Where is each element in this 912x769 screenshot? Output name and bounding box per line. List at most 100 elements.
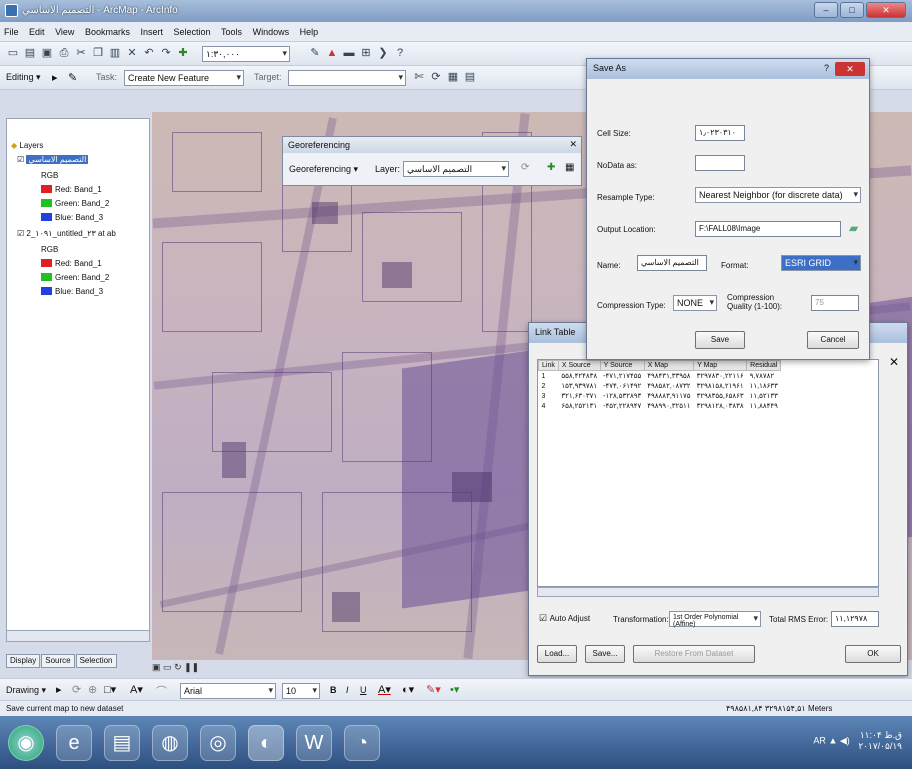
start-button[interactable]: ◉ — [8, 725, 44, 761]
volume-icon[interactable]: ◀) — [840, 735, 850, 745]
arccatalog-icon[interactable]: ◔ — [344, 725, 380, 761]
map-scale-combo[interactable]: ۱:۳۰,۰۰۰ — [202, 46, 290, 62]
data-view-icon[interactable]: ▣ — [152, 662, 161, 672]
delete-icon[interactable]: ✕ — [125, 46, 139, 60]
checkbox-icon[interactable]: ☑ — [17, 155, 24, 164]
print-icon[interactable]: ⎙ — [57, 46, 71, 60]
tab-display[interactable]: Display — [6, 654, 41, 668]
close-button[interactable]: ✕ — [866, 2, 906, 18]
add-control-points-icon[interactable]: ✚ — [547, 162, 555, 173]
command-line-icon[interactable]: ▬ — [342, 46, 356, 60]
transformation-combo[interactable]: 1st Order Polynomial (Affine) — [669, 611, 761, 628]
save-button[interactable]: Save — [695, 331, 745, 349]
toc-layers-root[interactable]: ◆ Layers — [11, 141, 43, 150]
checkbox-icon[interactable]: ☑ — [17, 229, 24, 238]
sketch-properties-icon[interactable]: ▤ — [463, 70, 477, 84]
language-indicator[interactable]: AR — [813, 735, 826, 745]
open-folder-icon[interactable]: ▤ — [23, 46, 37, 60]
arcmap-taskbar-icon[interactable]: ◐ — [248, 725, 284, 761]
table-row[interactable]: 1 ۵۵۸,۴۲۴۸۳۸ -۴۷۱,۲۱۷۴۵۵ ۴۹۸۴۳۱,۳۳۹۵۸ ۳۲۹۷۸… — [539, 371, 781, 382]
layout-view-icon[interactable]: ▭ — [163, 662, 172, 672]
font-size-combo[interactable]: 10 — [282, 683, 320, 699]
menu-view[interactable]: View — [51, 22, 78, 37]
edit-vertices-icon[interactable]: ⌒ — [156, 683, 167, 699]
help-icon[interactable]: ? — [393, 46, 407, 60]
menu-insert[interactable]: Insert — [136, 22, 167, 37]
font-color-icon[interactable]: A▾ — [378, 683, 391, 696]
paste-icon[interactable]: ▥ — [108, 46, 122, 60]
georeferencing-close-icon[interactable]: ✕ — [569, 139, 577, 150]
cut-icon[interactable]: ✂ — [74, 46, 88, 60]
table-row[interactable]: 3 ۳۲۱,۶۳۰۳۷۱ -۱۲۸,۵۳۲۸۹۳ ۴۹۸۸۸۳,۹۱۱۷۵ ۳۲۹۸۳… — [539, 391, 781, 401]
link-table-scrollbar[interactable] — [537, 587, 879, 597]
sketch-tool-icon[interactable]: ✎ — [68, 71, 77, 84]
tab-selection[interactable]: Selection — [75, 654, 117, 668]
output-location-input[interactable]: F:\FALL08\Image — [695, 221, 841, 237]
link-table-grid[interactable]: Link X Source Y Source X Map Y Map Resid… — [537, 359, 879, 587]
task-combo[interactable]: Create New Feature — [124, 70, 244, 86]
menu-tools[interactable]: Tools — [217, 22, 246, 37]
word-icon[interactable]: W — [296, 725, 332, 761]
editor-menu[interactable]: Editing ▾ — [6, 72, 41, 83]
menu-file[interactable]: File — [0, 22, 23, 37]
rotate-tool-icon[interactable]: ⟳ — [429, 70, 443, 84]
rectangle-icon[interactable]: □▾ — [104, 683, 116, 696]
toc-layer-2[interactable]: ☑ 2_۱۰۹۱_untitled_۲۳ at ab — [17, 229, 116, 238]
toc-layer-1[interactable]: ☑ التصميم الاساسي — [17, 155, 89, 164]
format-select[interactable]: ESRI GRID — [781, 255, 861, 271]
underline-button[interactable]: U — [360, 685, 367, 695]
nodata-input[interactable] — [695, 155, 745, 171]
resample-type-select[interactable]: Nearest Neighbor (for discrete data) — [695, 187, 861, 203]
file-explorer-icon[interactable]: ▤ — [104, 725, 140, 761]
bold-button[interactable]: B — [330, 685, 337, 695]
table-row[interactable]: 2 ۱۵۳,۹۳۹۷۸۱ -۴۷۴,۰۶۱۴۹۲ ۴۹۸۵۸۲,۰۸۷۳۲ ۳۲۹۸۱… — [539, 381, 781, 391]
menu-edit[interactable]: Edit — [25, 22, 49, 37]
rotate-icon[interactable]: ⟳ — [521, 162, 529, 173]
name-input[interactable]: التصميم الاساسي — [637, 255, 707, 271]
italic-button[interactable]: I — [346, 685, 349, 695]
browse-folder-icon[interactable]: ▰ — [849, 221, 858, 235]
text-icon[interactable]: A▾ — [130, 683, 143, 696]
arctoolbox-icon[interactable]: ▲ — [325, 46, 339, 60]
clock-time[interactable]: ۱۱:۰۴ ق.ظ — [858, 730, 902, 741]
select-elements-icon[interactable]: ▸ — [56, 683, 62, 696]
zoom-whole-page-icon[interactable]: ⊕ — [88, 683, 97, 696]
compression-type-select[interactable]: NONE — [673, 295, 717, 311]
editor-toolbar-icon[interactable]: ✎ — [308, 46, 322, 60]
link-table-delete-icon[interactable]: ✕ — [889, 355, 899, 369]
save-as-close-icon[interactable]: ✕ — [835, 62, 865, 76]
cell-size-input[interactable]: ۱٫۰۲۳۰۳۱۰ — [695, 125, 745, 141]
new-document-icon[interactable]: ▭ — [6, 46, 20, 60]
load-button[interactable]: Load... — [537, 645, 577, 663]
target-combo[interactable] — [288, 70, 406, 86]
firefox-icon[interactable]: ◍ — [152, 725, 188, 761]
python-icon[interactable]: ❯ — [376, 46, 390, 60]
font-combo[interactable]: Arial — [180, 683, 276, 699]
tab-source[interactable]: Source — [41, 654, 75, 668]
georeferencing-layer-combo[interactable]: التصميم الاساسي — [403, 161, 509, 177]
internet-explorer-icon[interactable]: e — [56, 725, 92, 761]
refresh-icon[interactable]: ↻ — [174, 662, 182, 672]
menu-help[interactable]: Help — [296, 22, 323, 37]
marker-color-icon[interactable]: •▾ — [450, 683, 459, 696]
split-tool-icon[interactable]: ✄ — [412, 70, 426, 84]
fill-color-icon[interactable]: ◐▾ — [402, 683, 414, 696]
georeferencing-menu[interactable]: Georeferencing ▾ — [289, 164, 358, 175]
menu-selection[interactable]: Selection — [170, 22, 215, 37]
cancel-button[interactable]: Cancel — [807, 331, 859, 349]
line-color-icon[interactable]: ✎▾ — [426, 683, 441, 696]
model-builder-icon[interactable]: ⊞ — [359, 46, 373, 60]
copy-icon[interactable]: ❐ — [91, 46, 105, 60]
chrome-icon[interactable]: ◎ — [200, 725, 236, 761]
rotate-element-icon[interactable]: ⟳ — [72, 683, 81, 696]
pause-drawing-icon[interactable]: ❚❚ — [184, 662, 199, 672]
menu-windows[interactable]: Windows — [249, 22, 294, 37]
undo-icon[interactable]: ↶ — [142, 46, 156, 60]
ok-button[interactable]: OK — [845, 645, 901, 663]
auto-adjust-checkbox[interactable]: ☑ Auto Adjust — [539, 613, 590, 624]
edit-tool-icon[interactable]: ▸ — [52, 71, 58, 84]
save-links-button[interactable]: Save... — [585, 645, 625, 663]
redo-icon[interactable]: ↷ — [159, 46, 173, 60]
maximize-button[interactable]: □ — [840, 2, 864, 18]
save-as-help-icon[interactable]: ? — [824, 63, 829, 73]
